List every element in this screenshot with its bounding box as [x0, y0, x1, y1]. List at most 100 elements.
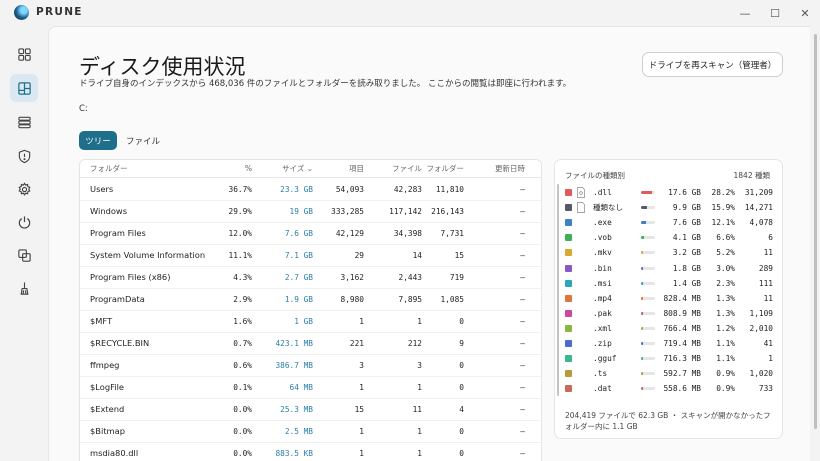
table-row[interactable]: $MFT 1.6% 1 GB 1 1 0 —	[80, 311, 541, 333]
row-modified: —	[520, 427, 525, 436]
row-size: 2.7 GB	[284, 273, 313, 282]
row-percent: 0.0%	[233, 427, 252, 436]
row-size: 64 MB	[289, 383, 313, 392]
sidebar-item-overview[interactable]	[10, 40, 38, 68]
row-items: 3,162	[340, 273, 364, 282]
sidebar	[0, 30, 48, 461]
share-bar	[641, 311, 655, 315]
table-row[interactable]: $Extend 0.0% 25.3 MB 15 11 4 —	[80, 399, 541, 421]
share-bar-fill	[641, 311, 643, 315]
table-row[interactable]: $LogFile 0.1% 64 MB 1 1 0 —	[80, 377, 541, 399]
close-button[interactable]: ✕	[794, 3, 816, 23]
share-bar	[641, 326, 655, 330]
tab-files[interactable]: ファイル	[125, 131, 161, 150]
sidebar-item-cleanup[interactable]	[10, 274, 38, 302]
table-row[interactable]: msdia80.dll 0.0% 883.5 KB 1 1 0 —	[80, 443, 541, 461]
color-swatch	[565, 219, 572, 227]
table-row[interactable]: ffmpeg 0.6% 386.7 MB 3 3 0 —	[80, 355, 541, 377]
share-bar-fill	[641, 372, 643, 376]
table-row[interactable]: Program Files (x86) 4.3% 2.7 GB 3,162 2,443 7…	[80, 267, 541, 289]
row-size: 2.5 MB	[284, 427, 313, 436]
table-row[interactable]: Windows 29.9% 19 GB 333,285 117,142 216,143 —	[80, 201, 541, 223]
row-percent: 0.1%	[233, 383, 252, 392]
share-bar	[641, 191, 655, 194]
file-type-percent: 0.9%	[716, 384, 735, 394]
sidebar-item-security[interactable]	[10, 142, 38, 170]
share-bar	[641, 357, 655, 361]
share-bar-fill	[641, 357, 643, 361]
table-row[interactable]: $RECYCLE.BIN 0.7% 423.1 MB 221 212 9 —	[80, 333, 541, 355]
row-percent: 0.7%	[233, 339, 252, 348]
row-percent: 0.6%	[233, 361, 252, 370]
row-percent: 0.0%	[233, 449, 252, 458]
table-row[interactable]: Users 36.7% 23.3 GB 54,093 42,283 11,810 —	[80, 179, 541, 201]
row-items: 1	[359, 427, 364, 436]
color-swatch	[565, 234, 572, 242]
sidebar-item-disk-usage[interactable]	[10, 74, 38, 102]
row-folders: 719	[449, 273, 464, 282]
row-percent: 2.9%	[233, 295, 252, 304]
color-swatch	[565, 370, 572, 378]
row-size: 1 GB	[294, 317, 313, 326]
grid-icon	[17, 47, 31, 61]
column-items[interactable]: 項目	[316, 160, 364, 178]
share-bar	[641, 206, 655, 210]
folder-name: $RECYCLE.BIN	[90, 338, 150, 348]
file-type-count: 733	[758, 384, 773, 394]
column-folders[interactable]: フォルダー	[426, 160, 465, 178]
row-files: 212	[407, 339, 422, 348]
sidebar-item-storage[interactable]	[10, 108, 38, 136]
color-swatch	[565, 309, 572, 317]
row-size: 883.5 KB	[275, 449, 313, 458]
row-folders: 11,810	[435, 185, 464, 194]
color-swatch	[565, 294, 572, 302]
rescan-drive-button[interactable]: ドライブを再スキャン（管理者）	[642, 52, 783, 77]
sidebar-item-duplicates[interactable]	[10, 241, 38, 269]
row-items: 3	[359, 361, 364, 370]
column-files[interactable]: ファイル	[368, 160, 422, 178]
table-row[interactable]: System Volume Information 11.1% 7.1 GB 29 14…	[80, 245, 541, 267]
column-size[interactable]: サイズ ⌄	[255, 160, 313, 178]
table-row[interactable]: ProgramData 2.9% 1.9 GB 8,980 7,895 1,085 —	[80, 289, 541, 311]
row-items: 8,980	[340, 295, 364, 304]
row-modified: —	[520, 449, 525, 458]
folder-name: Program Files (x86)	[90, 272, 171, 282]
column-percent[interactable]: %	[200, 160, 252, 178]
row-modified: —	[520, 339, 525, 348]
sidebar-item-settings[interactable]	[10, 175, 38, 203]
maximize-button[interactable]: ☐	[764, 3, 786, 23]
page-scrollbar-thumb[interactable]	[814, 34, 817, 429]
color-swatch	[565, 324, 572, 332]
row-files: 3	[417, 361, 422, 370]
table-row[interactable]: $Bitmap 0.0% 2.5 MB 1 1 0 —	[80, 421, 541, 443]
row-size: 7.6 GB	[284, 229, 313, 238]
power-icon	[18, 215, 30, 229]
folder-name: ffmpeg	[90, 360, 120, 370]
table-row[interactable]: Program Files 12.0% 7.6 GB 42,129 34,398 7,73…	[80, 223, 541, 245]
file-types-footer: 204,419 ファイルで 62.3 GB ・ スキャンが開かなかったフォルダー…	[565, 411, 771, 431]
row-modified: —	[520, 229, 525, 238]
minimize-button[interactable]: —	[734, 3, 756, 23]
row-files: 11	[412, 405, 422, 414]
column-folder[interactable]: フォルダー	[90, 160, 128, 178]
row-files: 34,398	[393, 229, 422, 238]
row-folders: 9	[459, 339, 464, 348]
row-files: 1	[417, 427, 422, 436]
database-icon	[17, 116, 31, 128]
file-type-row[interactable]: .dat 558.6 MB 0.9% 733	[555, 380, 784, 398]
treemap-icon	[17, 81, 31, 95]
row-folders: 0	[459, 361, 464, 370]
folder-name: $MFT	[90, 316, 113, 326]
column-modified[interactable]: 更新日時	[480, 160, 525, 178]
shield-icon	[18, 149, 30, 163]
row-modified: —	[520, 405, 525, 414]
color-swatch	[565, 204, 572, 212]
folder-name: System Volume Information	[90, 250, 206, 260]
share-bar	[641, 221, 655, 225]
share-bar	[641, 266, 655, 270]
tab-tree[interactable]: ツリー	[79, 131, 117, 150]
row-folders: 1,085	[440, 295, 464, 304]
row-items: 1	[359, 317, 364, 326]
row-percent: 1.6%	[233, 317, 252, 326]
sidebar-item-power[interactable]	[10, 208, 38, 236]
